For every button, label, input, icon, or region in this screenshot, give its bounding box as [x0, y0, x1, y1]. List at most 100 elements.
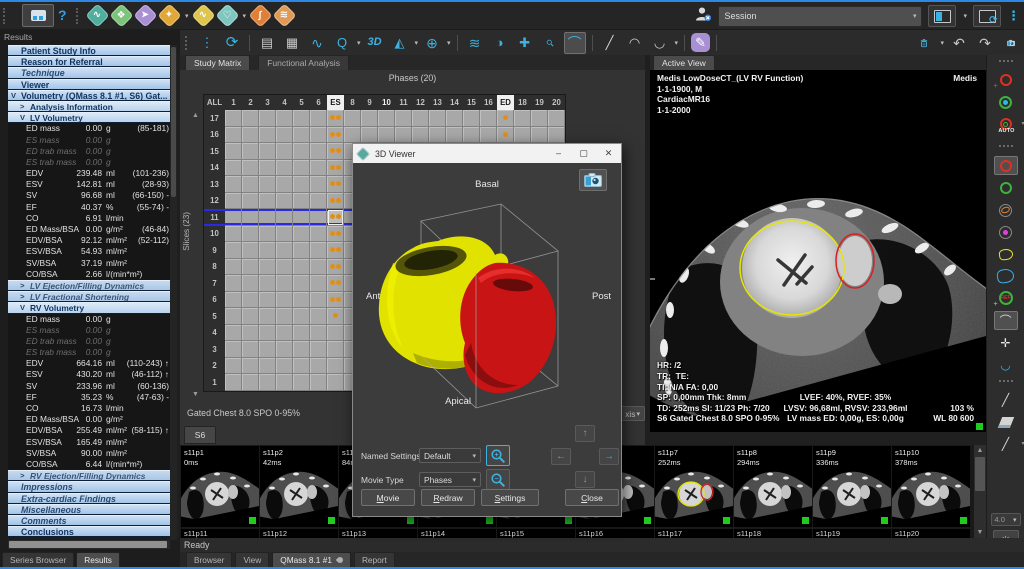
thumbnail-scrollbar[interactable]: ▲▼ [974, 445, 986, 538]
matrix-cell-s9-2[interactable] [242, 242, 259, 259]
thumbnail-s11p19[interactable]: s11p19 [813, 529, 891, 538]
close-window-button[interactable]: ✕ [596, 144, 621, 163]
matrix-cell-s17-19[interactable] [531, 110, 548, 127]
matrix-cell-s13-6[interactable] [310, 176, 327, 193]
right-toolbar-grip[interactable] [999, 380, 1013, 385]
result-section-technique[interactable]: Technique [8, 67, 170, 78]
medis-app-purple-icon[interactable]: ➤ [133, 3, 157, 27]
matrix-cell-s17-2[interactable] [242, 110, 259, 127]
marker-point-icon[interactable] [994, 223, 1018, 241]
chevron-down-icon[interactable]: ▾ [940, 39, 944, 47]
delete-icon[interactable] [913, 32, 935, 54]
medis-app-yellow-icon[interactable]: ∿ [191, 3, 215, 27]
matrix-cell-s3-2[interactable] [242, 341, 259, 358]
workspace-tab-report[interactable]: Report [354, 552, 395, 567]
chevron-down-icon[interactable]: ▾ [963, 12, 967, 20]
thumbnail-s11p20[interactable]: s11p20 [892, 529, 970, 538]
matrix-cell-s4-es[interactable] [327, 325, 344, 342]
thumbnail-s11p16[interactable]: s11p16 [576, 529, 654, 538]
matrix-cell-s1-5[interactable] [293, 374, 310, 391]
spline-tool-icon[interactable]: ⌒ [564, 32, 586, 54]
slice-row-header-17[interactable]: 17 [204, 110, 225, 127]
matrix-cell-s11-3[interactable] [259, 209, 276, 226]
result-section-comments[interactable]: Comments [8, 515, 170, 526]
matrix-cell-s6-3[interactable] [259, 292, 276, 309]
matrix-cell-s17-6[interactable] [310, 110, 327, 127]
matrix-cell-s9-es[interactable] [327, 242, 344, 259]
matrix-cell-s1-1[interactable] [225, 374, 242, 391]
eraser-icon[interactable] [994, 413, 1018, 431]
phase-column-header-all[interactable]: ALL [204, 95, 225, 110]
matrix-cell-s13-1[interactable] [225, 176, 242, 193]
phase-column-header-13[interactable]: 13 [429, 95, 446, 110]
phase-column-header-es[interactable]: ES [327, 95, 344, 110]
phase-column-header-12[interactable]: 12 [412, 95, 429, 110]
minimize-button[interactable]: – [546, 144, 571, 163]
right-toolbar-grip[interactable] [999, 60, 1013, 65]
result-section-lv-ejection-filling-dynamics[interactable]: >LV Ejection/Filling Dynamics [8, 280, 170, 291]
matrix-cell-s16-8[interactable] [344, 127, 361, 144]
report-icon[interactable]: ▤ [256, 32, 278, 54]
ref-contour-icon[interactable]: REF+ [994, 289, 1018, 307]
matrix-cell-s7-3[interactable] [259, 275, 276, 292]
matrix-cell-s6-5[interactable] [293, 292, 310, 309]
matrix-cell-s9-6[interactable] [310, 242, 327, 259]
matrix-cell-s13-es[interactable] [327, 176, 344, 193]
matrix-cell-s14-1[interactable] [225, 160, 242, 177]
draw-pencil-icon[interactable]: ╱ [994, 391, 1018, 409]
matrix-cell-s16-es[interactable] [327, 127, 344, 144]
slice-row-header-16[interactable]: 16 [204, 127, 225, 144]
matrix-cell-s8-es[interactable] [327, 259, 344, 276]
thumbnail-s11p11[interactable]: s11p11 [181, 529, 259, 538]
thumbnail-s11p1[interactable]: s11p10ms [181, 446, 259, 527]
matrix-cell-s17-14[interactable] [446, 110, 463, 127]
matrix-cell-s16-15[interactable] [463, 127, 480, 144]
thumbnail-s11p13[interactable]: s11p13 [339, 529, 417, 538]
result-section-rv-volumetry[interactable]: VRV Volumetry [8, 302, 170, 313]
thumbnail-s11p9[interactable]: s11p9336ms [813, 446, 891, 527]
matrix-cell-s13-4[interactable] [276, 176, 293, 193]
session-combobox[interactable]: Session ▾ [718, 6, 922, 27]
matrix-cell-s12-2[interactable] [242, 193, 259, 210]
matrix-cell-s3-4[interactable] [276, 341, 293, 358]
matrix-cell-s14-4[interactable] [276, 160, 293, 177]
phase-column-header-20[interactable]: 20 [548, 95, 565, 110]
matrix-cell-s15-es[interactable] [327, 143, 344, 160]
phase-column-header-2[interactable]: 2 [242, 95, 259, 110]
matrix-cell-s16-ed[interactable] [497, 127, 514, 144]
matrix-cell-s5-6[interactable] [310, 308, 327, 325]
redraw-button[interactable]: Redraw [421, 489, 475, 506]
reset-view-icon[interactable]: ⟳ [221, 32, 243, 54]
matrix-cell-s5-3[interactable] [259, 308, 276, 325]
matrix-cell-s16-16[interactable] [480, 127, 497, 144]
matrix-cell-s1-6[interactable] [310, 374, 327, 391]
matrix-cell-s6-2[interactable] [242, 292, 259, 309]
user-session-icon[interactable] [694, 6, 712, 27]
matrix-cell-s13-3[interactable] [259, 176, 276, 193]
redo-icon[interactable]: ↷ [974, 32, 996, 54]
rv-endo-contour-icon[interactable] [994, 201, 1018, 219]
matrix-cell-s2-4[interactable] [276, 358, 293, 375]
matrix-cell-s5-5[interactable] [293, 308, 310, 325]
matrix-cell-s14-6[interactable] [310, 160, 327, 177]
matrix-cell-s4-3[interactable] [259, 325, 276, 342]
3d-heart-model[interactable] [353, 163, 623, 421]
result-section-reason-for-referral[interactable]: Reason for Referral [8, 56, 170, 67]
matrix-cell-s17-16[interactable] [480, 110, 497, 127]
slice-row-header-4[interactable]: 4 [204, 325, 225, 342]
slice-row-header-12[interactable]: 12 [204, 193, 225, 210]
matrix-cell-s17-8[interactable] [344, 110, 361, 127]
slice-row-header-7[interactable]: 7 [204, 275, 225, 292]
ct-image-view[interactable]: Medis LowDoseCT_(LV RV Function)1-1-1900… [650, 70, 986, 432]
cone-view-icon[interactable]: ◭ [389, 32, 411, 54]
matrix-cell-s7-6[interactable] [310, 275, 327, 292]
matrix-cell-s10-4[interactable] [276, 226, 293, 243]
phase-column-header-9[interactable]: 9 [361, 95, 378, 110]
auto-contours-icon[interactable]: AUTO▾ [994, 115, 1018, 139]
rotate-left-button[interactable]: ← [551, 448, 571, 465]
matrix-cell-s5-2[interactable] [242, 308, 259, 325]
display-settings-icon[interactable]: ◑ [489, 32, 511, 54]
arc-draw-icon[interactable]: ⌒ [994, 311, 1018, 330]
chevron-down-icon[interactable]: ▾ [447, 39, 451, 47]
matrix-cell-s12-1[interactable] [225, 193, 242, 210]
